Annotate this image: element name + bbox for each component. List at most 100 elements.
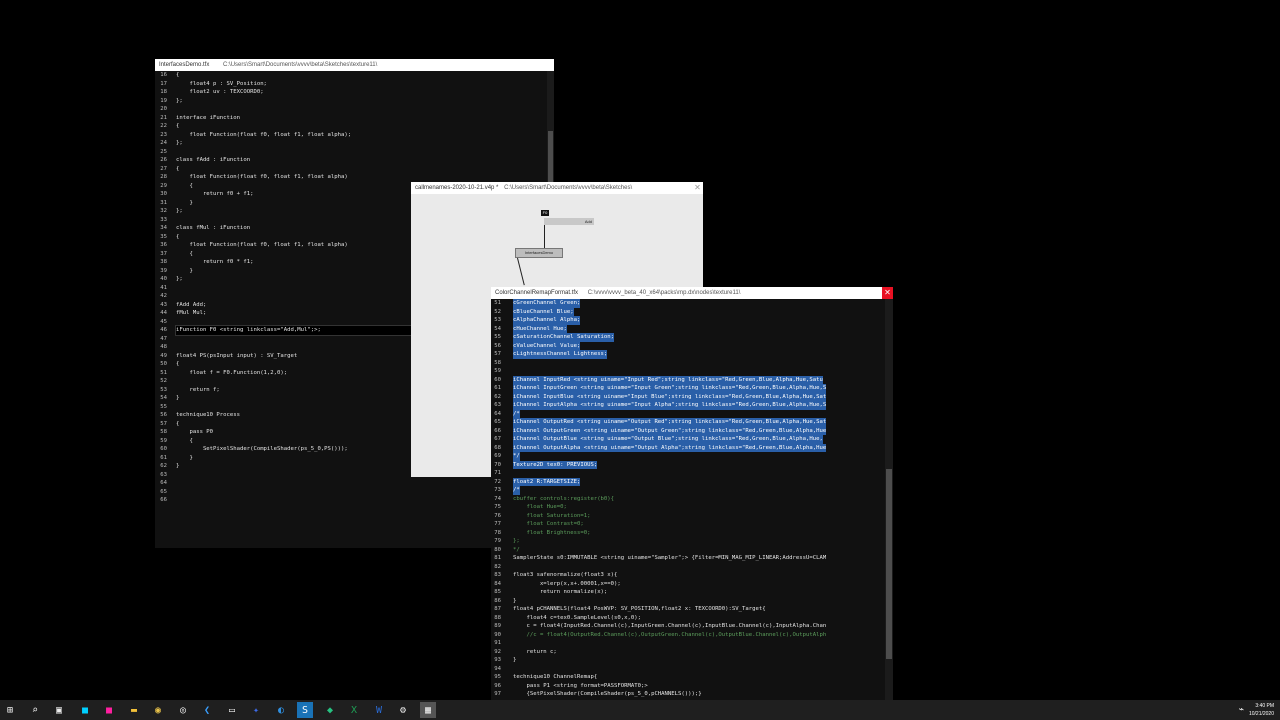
code-line[interactable]: return normalize(x);: [513, 588, 885, 597]
code-line[interactable]: float Contrast=0;: [513, 520, 885, 529]
code-line[interactable]: {: [176, 122, 547, 131]
code-line[interactable]: float Function(float f0, float f1, float…: [176, 173, 547, 182]
code-line[interactable]: [513, 469, 885, 478]
line-number: 54: [160, 395, 167, 401]
code-line[interactable]: float4 p : SV_Position;: [176, 80, 547, 89]
code-line[interactable]: [176, 148, 547, 157]
code-line[interactable]: cAlphaChannel Alpha;: [513, 316, 581, 325]
vvvv-icon[interactable]: ▦: [420, 702, 436, 718]
vscode-icon[interactable]: ❮: [199, 702, 215, 718]
taskbar-clock[interactable]: 3:40 PM 10/21/2020: [1249, 702, 1274, 718]
scrollbar-thumb[interactable]: [886, 469, 892, 659]
line-number: 89: [494, 623, 501, 629]
code-line[interactable]: Texture2D tex0: PREVIOUS;: [513, 460, 598, 469]
code-line[interactable]: c = float4(InputRed.Channel(c),InputGree…: [513, 622, 885, 631]
code-line[interactable]: [513, 639, 885, 648]
code-line[interactable]: //c = float4(OutputRed.Channel(c),Output…: [513, 631, 885, 640]
code-line[interactable]: float Function(float f0, float f1, float…: [176, 131, 547, 140]
close-button[interactable]: ✕: [692, 182, 703, 194]
windows-start-icon[interactable]: ⊞: [2, 702, 18, 718]
code-line[interactable]: cSaturationChannel Saturation;: [513, 333, 615, 342]
code-line[interactable]: {: [176, 165, 547, 174]
code-line[interactable]: [513, 665, 885, 674]
clock-date: 10/21/2020: [1248, 711, 1274, 717]
code-line[interactable]: float Brightness=0;: [513, 529, 885, 538]
code-line[interactable]: iChannel InputAlpha <string uiname="Inpu…: [513, 401, 827, 410]
app-s-icon[interactable]: S: [297, 702, 313, 718]
code-line[interactable]: float4 pCHANNELS(float4 PosWVP: SV_POSIT…: [513, 605, 885, 614]
code-line[interactable]: cGreenChannel Green;: [513, 299, 581, 308]
app-blue-icon[interactable]: ✦: [248, 702, 264, 718]
app-magenta-icon[interactable]: ■: [101, 702, 117, 718]
window-titlebar[interactable]: callmenames-2020-10-21.v4p * C:\Users\Sm…: [411, 182, 703, 194]
line-number: 60: [494, 376, 501, 383]
patch-node-add[interactable]: Add: [544, 218, 594, 225]
chrome-icon[interactable]: ◉: [150, 702, 166, 718]
code-line[interactable]: {SetPixelShader(CompileShader(ps_5_0,pCH…: [513, 690, 885, 699]
code-editor[interactable]: 51 52 53 54 55 56 57 58 59 60 61 62 63 64 65 66 67 68 69 70…: [491, 299, 885, 700]
line-number: 46: [160, 327, 167, 333]
code-line[interactable]: float2 uv : TEXCOORD0;: [176, 88, 547, 97]
code-line[interactable]: cLightnessChannel Lightness;: [513, 350, 608, 359]
app-green-icon[interactable]: ◆: [322, 702, 338, 718]
line-number: 43: [160, 301, 167, 308]
code-line[interactable]: cHueChannel Hue;: [513, 324, 567, 333]
code-line[interactable]: };: [513, 537, 885, 546]
code-line[interactable]: float Saturation=1;: [513, 512, 885, 521]
window-titlebar[interactable]: InterfacesDemo.tfx C:\Users\Smart\Docume…: [155, 59, 554, 71]
excel-icon[interactable]: X: [346, 702, 362, 718]
app-gear-icon[interactable]: ⚙: [395, 702, 411, 718]
file-explorer-icon[interactable]: ▬: [126, 702, 142, 718]
code-line[interactable]: float2 R:TARGETSIZE;: [513, 477, 581, 486]
code-line[interactable]: iChannel OutputGreen <string uiname="Out…: [513, 426, 827, 435]
code-line[interactable]: */: [513, 546, 885, 555]
vertical-scrollbar[interactable]: [885, 299, 893, 700]
app-circle-icon[interactable]: ◎: [175, 702, 191, 718]
line-number: 44: [160, 310, 167, 316]
word-icon[interactable]: W: [371, 702, 387, 718]
code-line[interactable]: }: [513, 597, 885, 606]
close-button[interactable]: ✕: [882, 287, 893, 299]
code-line[interactable]: cBlueChannel Blue;: [513, 307, 574, 316]
code-line[interactable]: cbuffer controls:register(b0){: [513, 495, 885, 504]
code-line[interactable]: iChannel InputGreen <string uiname="Inpu…: [513, 384, 827, 393]
code-line[interactable]: cValueChannel Value;: [513, 341, 581, 350]
code-line[interactable]: float4 c=tex0.SampleLevel(s0,x,0);: [513, 614, 885, 623]
code-line[interactable]: {: [176, 71, 547, 80]
search-icon[interactable]: ⌕: [27, 702, 43, 718]
window-titlebar[interactable]: ColorChannelRemapFormat.tfx C:\vvvv\vvvv…: [491, 287, 893, 299]
task-view-icon[interactable]: ▣: [51, 702, 67, 718]
app-cyan-icon[interactable]: ■: [77, 702, 93, 718]
code-line[interactable]: SamplerState s0:IMMUTABLE <string uiname…: [513, 554, 885, 563]
patch-node-f0[interactable]: F0: [541, 210, 549, 216]
code-line[interactable]: x=lerp(x,x+.00001,x==0);: [513, 580, 885, 589]
code-line[interactable]: };: [176, 97, 547, 106]
patch-node-interfaces-demo[interactable]: InterfacesDemo: [515, 248, 563, 258]
app-window-icon[interactable]: ▭: [224, 702, 240, 718]
code-line[interactable]: iChannel OutputBlue <string uiname="Outp…: [513, 435, 823, 444]
window-path: C:\Users\Smart\Documents\vvvv\beta\Sketc…: [223, 62, 378, 68]
code-line[interactable]: interface iFunction: [176, 114, 547, 123]
code-line[interactable]: iChannel InputRed <string uiname="Input …: [513, 375, 823, 384]
editor-window-color-channel-remap[interactable]: ColorChannelRemapFormat.tfx C:\vvvv\vvvv…: [491, 287, 893, 700]
code-line[interactable]: [513, 563, 885, 572]
code-line[interactable]: */: [513, 452, 520, 461]
edge-icon[interactable]: ◐: [273, 702, 289, 718]
code-line[interactable]: [176, 105, 547, 114]
code-line[interactable]: float Hue=0;: [513, 503, 885, 512]
code-line[interactable]: iChannel InputBlue <string uiname="Input…: [513, 392, 827, 401]
network-icon[interactable]: ⌁: [1239, 705, 1244, 715]
code-area[interactable]: cGreenChannel Green; cBlueChannel Blue; cA…: [513, 299, 885, 700]
code-line[interactable]: };: [176, 139, 547, 148]
code-line[interactable]: return c;: [513, 648, 885, 657]
code-line[interactable]: float3 safenormalize(float3 x){: [513, 571, 885, 580]
code-line[interactable]: }: [513, 656, 885, 665]
code-line[interactable]: pass P1 <string format=PASSFORMAT0;>: [513, 682, 885, 691]
code-line[interactable]: iChannel OutputRed <string uiname="Outpu…: [513, 418, 827, 427]
code-line[interactable]: /*: [513, 409, 520, 418]
code-line[interactable]: iChannel OutputAlpha <string uiname="Out…: [513, 443, 827, 452]
code-line[interactable]: /*: [513, 486, 520, 495]
line-number: 35: [160, 233, 167, 240]
code-line[interactable]: class fAdd : iFunction: [176, 156, 547, 165]
code-line[interactable]: technique10 ChannelRemap{: [513, 673, 885, 682]
